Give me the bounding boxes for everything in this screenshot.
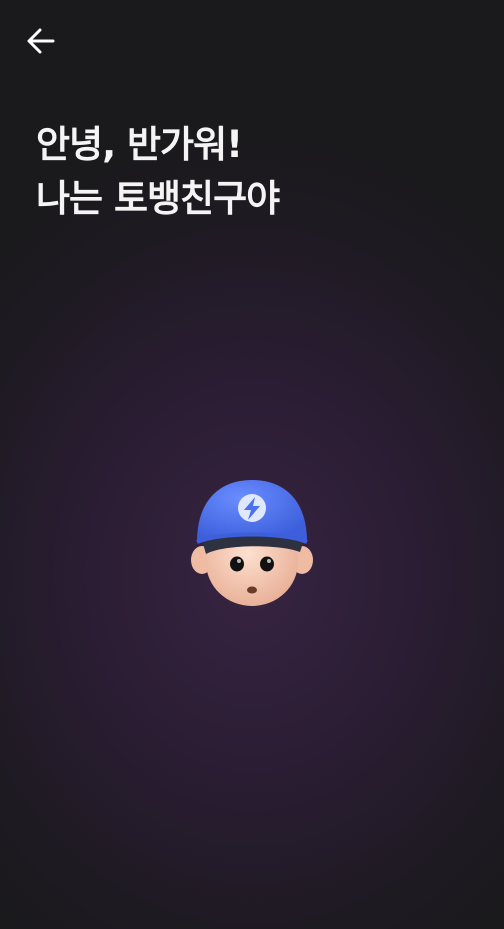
arrow-left-icon [27,28,55,54]
greeting-line-2: 나는 토뱅친구야 [36,177,280,220]
back-button[interactable] [18,18,64,64]
mouth [247,586,257,594]
left-eye [230,556,244,572]
top-bar [0,0,504,80]
greeting-title: 안녕, 반가워! 나는 토뱅친구야 [36,118,476,226]
bank-friend-character [180,470,324,614]
right-eye [260,556,274,572]
cap-logo-icon [238,494,266,522]
greeting-line-1: 안녕, 반가워! [36,123,243,166]
character-illustration [191,480,313,606]
